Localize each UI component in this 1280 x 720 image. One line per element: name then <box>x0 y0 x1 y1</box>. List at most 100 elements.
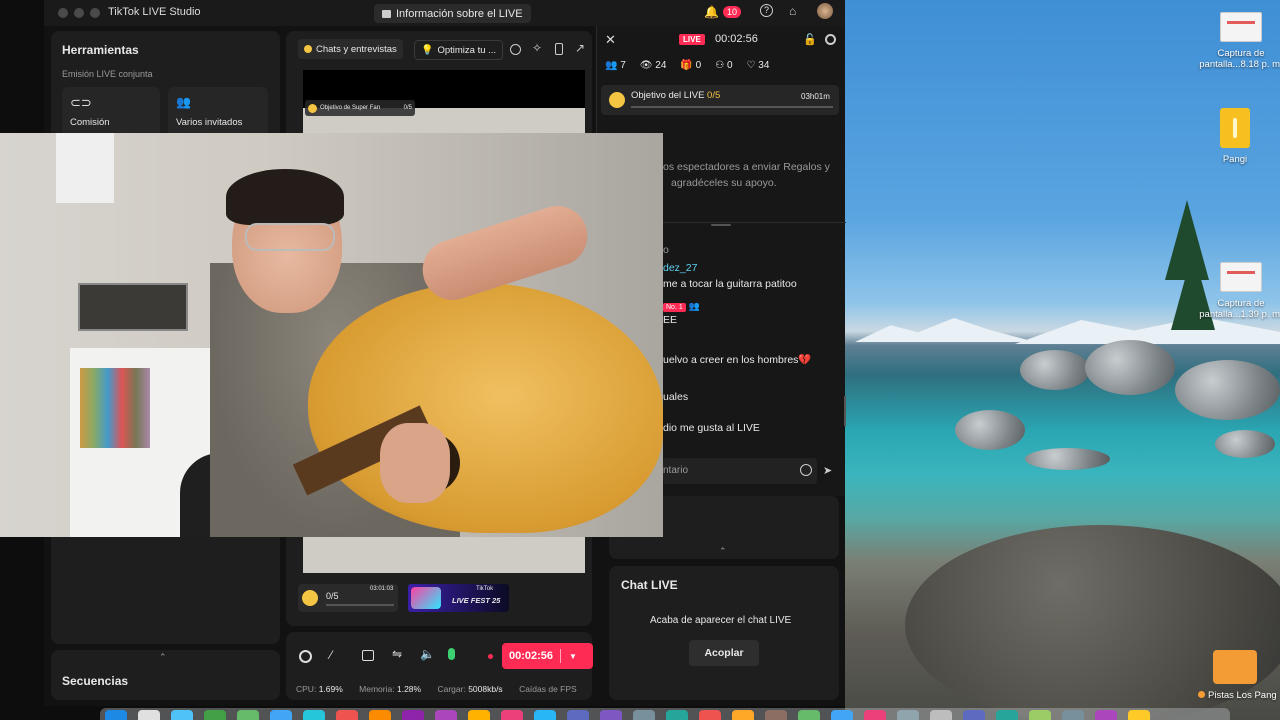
close-icon[interactable]: ✕ <box>605 32 616 48</box>
rock <box>1025 448 1110 470</box>
chat-message: me a tocar la guitarra patitoo <box>663 278 797 290</box>
dock-app-icon[interactable] <box>1029 710 1051 720</box>
magic-wand-icon[interactable]: ⁄ <box>330 648 332 662</box>
minimize-window-button[interactable] <box>74 8 84 18</box>
notifications[interactable]: 🔔 10 <box>704 5 741 19</box>
settings-icon[interactable] <box>825 34 836 45</box>
dock-app-icon[interactable] <box>963 710 985 720</box>
chat-message: EE <box>663 314 678 326</box>
chevron-up-icon[interactable]: ⌃ <box>719 546 727 557</box>
trophy-icon <box>308 103 317 113</box>
volume-icon[interactable]: 🔈 <box>420 647 435 661</box>
lock-icon[interactable]: 🔓 <box>803 33 817 46</box>
dock-app-icon[interactable] <box>567 710 589 720</box>
dock-app-icon[interactable] <box>171 710 193 720</box>
bell-icon: 🔔 <box>704 5 719 19</box>
add-user-icon: ⚇ <box>715 60 725 71</box>
sequences-panel[interactable]: ⌃ Secuencias <box>51 650 280 700</box>
dock-app-icon[interactable] <box>369 710 391 720</box>
dock-app-icon[interactable] <box>897 710 919 720</box>
window-title: TikTok LIVE Studio <box>108 6 201 18</box>
live-dot-icon <box>488 654 493 659</box>
dock-app-icon[interactable] <box>996 710 1018 720</box>
microphone-icon[interactable] <box>448 648 455 660</box>
dock-app-icon[interactable] <box>831 710 853 720</box>
drag-handle[interactable] <box>711 224 731 226</box>
dock-app-icon[interactable] <box>435 710 457 720</box>
camera-overlay[interactable] <box>0 133 663 537</box>
home-icon[interactable]: ⌂ <box>789 4 796 18</box>
dock-app-icon[interactable] <box>402 710 424 720</box>
dock-app-icon[interactable] <box>1062 710 1084 720</box>
desktop-icon-folder[interactable]: Pistas Los Pang <box>1190 650 1280 701</box>
dock-button[interactable]: Acoplar <box>689 640 759 666</box>
dock-app-icon[interactable] <box>732 710 754 720</box>
rock <box>1085 340 1175 395</box>
goal-widget[interactable]: 0/5 03:01:03 <box>298 584 398 612</box>
dock-app-icon[interactable] <box>204 710 226 720</box>
dock-app-icon[interactable] <box>270 710 292 720</box>
dock-app-icon[interactable] <box>1095 710 1117 720</box>
books <box>80 368 150 448</box>
close-window-button[interactable] <box>58 8 68 18</box>
notification-badge: 10 <box>722 6 741 18</box>
dock-app-icon[interactable] <box>105 710 127 720</box>
settings-icon[interactable] <box>299 650 312 663</box>
guitar-body <box>308 283 663 533</box>
dock-app-icon[interactable] <box>468 710 490 720</box>
dock-app-icon[interactable] <box>1128 710 1150 720</box>
screenshot-thumbnail-icon <box>1220 262 1262 292</box>
chevron-up-icon[interactable]: ⌃ <box>159 652 167 663</box>
end-live-button[interactable]: 00:02:56 ▼ <box>502 643 593 669</box>
likes-stat: ♡ 34 <box>746 60 770 71</box>
dock-app-icon[interactable] <box>699 710 721 720</box>
dock-app-icon[interactable] <box>534 710 556 720</box>
scene-tab[interactable]: Chats y entrevistas <box>298 39 403 59</box>
chevron-down-icon[interactable]: ▼ <box>569 652 577 661</box>
dock-app-icon[interactable] <box>666 710 688 720</box>
heart-icon: ♡ <box>746 60 756 71</box>
rank-badge: No. 1 <box>663 303 686 312</box>
live-fest-banner[interactable]: TikTok LIVE FEST 25 <box>408 584 509 612</box>
avatar[interactable] <box>817 3 833 19</box>
desktop-icon-pangi[interactable]: Pangi <box>1190 108 1280 165</box>
dock-app-icon[interactable] <box>600 710 622 720</box>
multi-guest-button[interactable]: 👥 Varios invitados <box>168 87 268 137</box>
stats-bar: CPU: 1.69% Memoria: 1.28% Cargar: 5008kb… <box>296 684 577 694</box>
folder-label: Pistas Los Pang <box>1208 690 1277 701</box>
gifts-stat: 🎁 0 <box>680 60 702 71</box>
dock-app-icon[interactable] <box>237 710 259 720</box>
dock-app-icon[interactable] <box>336 710 358 720</box>
dock-app-icon[interactable] <box>303 710 325 720</box>
screen-icon[interactable] <box>362 650 374 661</box>
dock-app-icon[interactable] <box>633 710 655 720</box>
comment-input[interactable]: ntario <box>663 458 817 484</box>
live-goal-card[interactable]: Objetivo del LIVE 0/5 03h01m <box>601 85 839 115</box>
phone-icon[interactable] <box>555 43 563 55</box>
dock-app-icon[interactable] <box>798 710 820 720</box>
link-icon: ⊂⊃ <box>70 95 92 110</box>
views-stat: 👁 24 <box>639 60 667 71</box>
chat-live-panel: Chat LIVE Acaba de aparecer el chat LIVE… <box>609 566 839 700</box>
optimize-button[interactable]: 💡 Optimiza tu ... <box>414 40 504 60</box>
coemision-button[interactable]: ⊂⊃ Comisión <box>62 87 160 137</box>
emoji-icon[interactable] <box>800 464 812 476</box>
dock-app-icon[interactable] <box>765 710 787 720</box>
dock-app-icon[interactable] <box>930 710 952 720</box>
send-icon[interactable]: ➤ <box>823 464 832 477</box>
record-icon[interactable] <box>510 44 521 55</box>
super-fan-goal-widget: Objetivo de Super Fan 0/5 <box>305 100 415 116</box>
dock-app-icon[interactable] <box>138 710 160 720</box>
dock-app-icon[interactable] <box>501 710 523 720</box>
scrollbar[interactable] <box>844 396 846 426</box>
help-icon[interactable]: ? <box>760 4 773 17</box>
dock-app-icon[interactable] <box>864 710 886 720</box>
desktop-icon-screenshot-2[interactable]: Captura de pantalla...1.39 p. m. <box>1196 262 1280 320</box>
lightbulb-icon: 💡 <box>421 44 434 56</box>
adjust-icon[interactable]: ⇋ <box>392 647 402 661</box>
maximize-window-button[interactable] <box>90 8 100 18</box>
live-info-button[interactable]: Información sobre el LIVE <box>374 4 531 23</box>
sparkle-icon[interactable]: ✧ <box>532 41 542 55</box>
share-icon[interactable]: ↗ <box>575 41 585 55</box>
desktop-icon-screenshot-1[interactable]: Captura de pantalla...8.18 p. m. <box>1196 12 1280 70</box>
